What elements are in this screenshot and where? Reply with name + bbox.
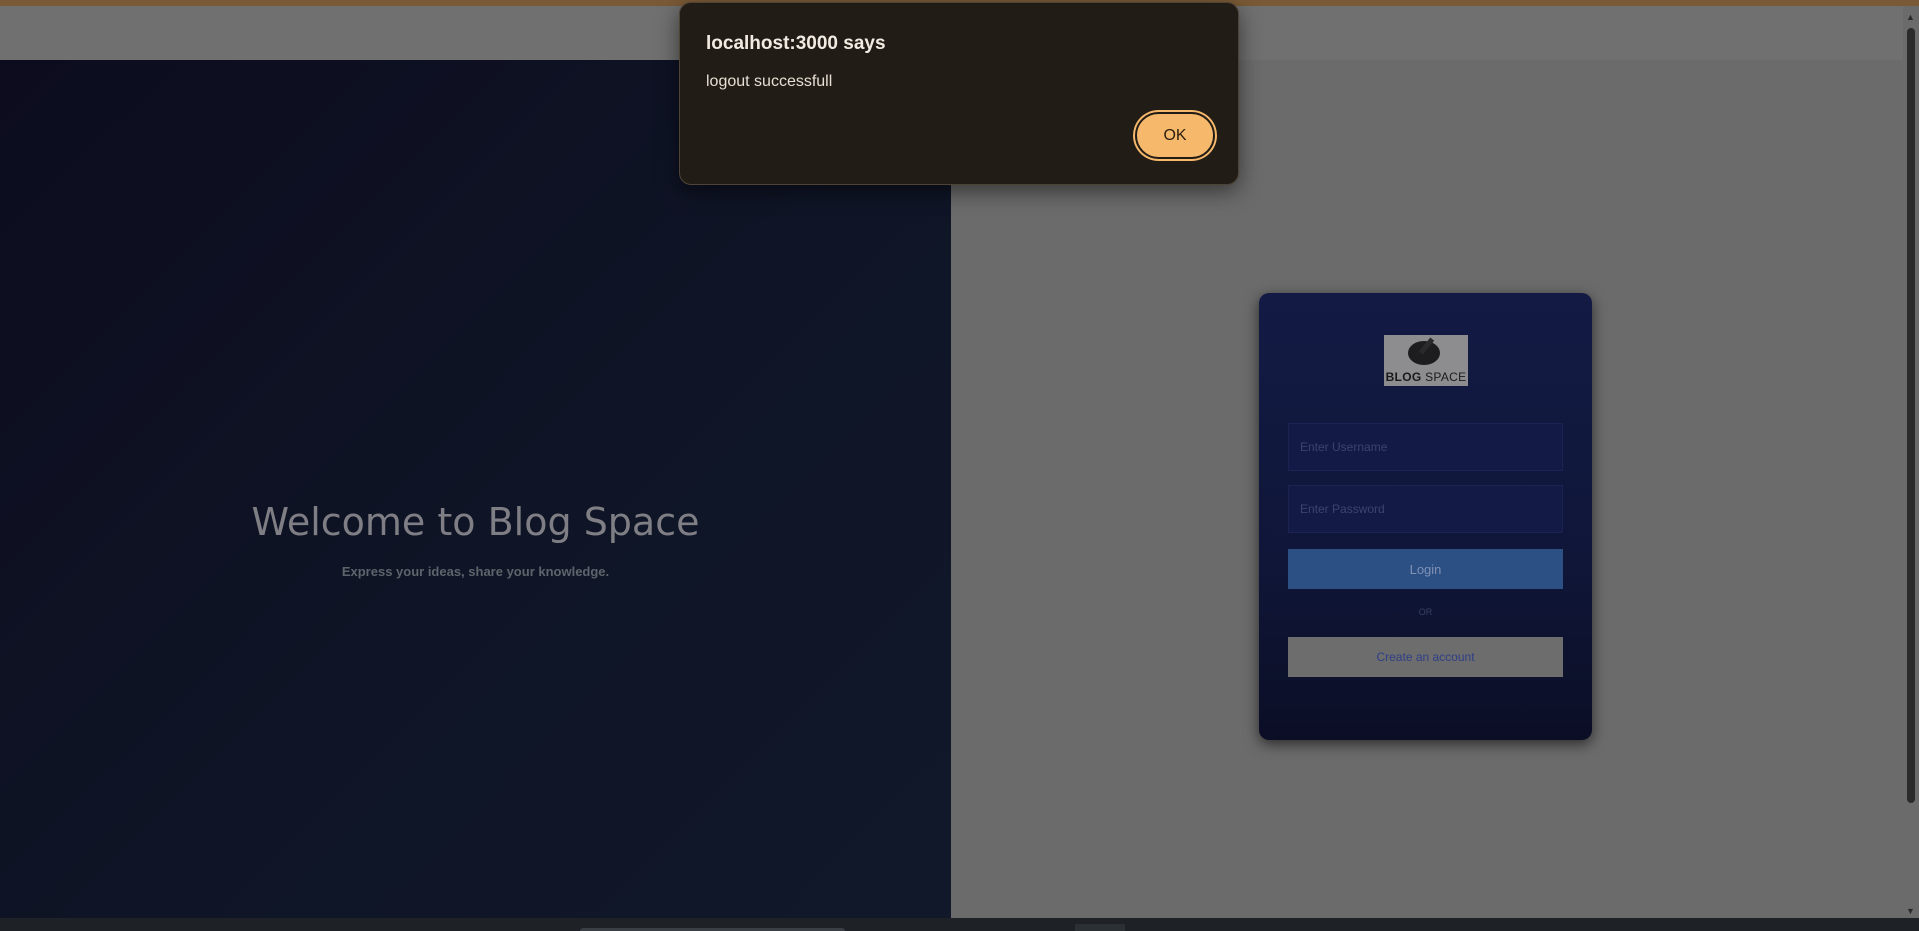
username-input[interactable] [1288,423,1563,471]
create-account-button[interactable]: Create an account [1288,637,1563,677]
alert-dialog: localhost:3000 says logout successfull O… [679,2,1239,185]
scroll-down-arrow-icon[interactable]: ▼ [1906,906,1915,916]
hero-title: Welcome to Blog Space [251,500,700,544]
taskbar [0,918,1919,931]
login-card: BLOG SPACE Login OR Create an account [1259,293,1592,740]
taskbar-item-secondary[interactable] [1075,924,1125,931]
logo-wordmark: BLOG SPACE [1384,370,1468,384]
or-divider: OR [1418,607,1433,617]
hero-subtitle: Express your ideas, share your knowledge… [341,564,610,579]
scroll-up-arrow-icon[interactable]: ▲ [1906,12,1915,22]
logo-text-bold: BLOG [1385,370,1422,384]
ok-button[interactable]: OK [1135,112,1215,159]
scrollbar-thumb[interactable] [1907,28,1915,803]
password-input[interactable] [1288,485,1563,533]
dialog-message: logout successfull [706,73,833,90]
hero-panel: Welcome to Blog Space Express your ideas… [0,60,951,918]
login-button[interactable]: Login [1288,549,1563,589]
logo-text-light: SPACE [1425,370,1467,384]
page-scrollbar[interactable]: ▲ ▼ [1903,6,1919,918]
dialog-title: localhost:3000 says [706,33,886,54]
blog-space-logo: BLOG SPACE [1384,335,1468,386]
